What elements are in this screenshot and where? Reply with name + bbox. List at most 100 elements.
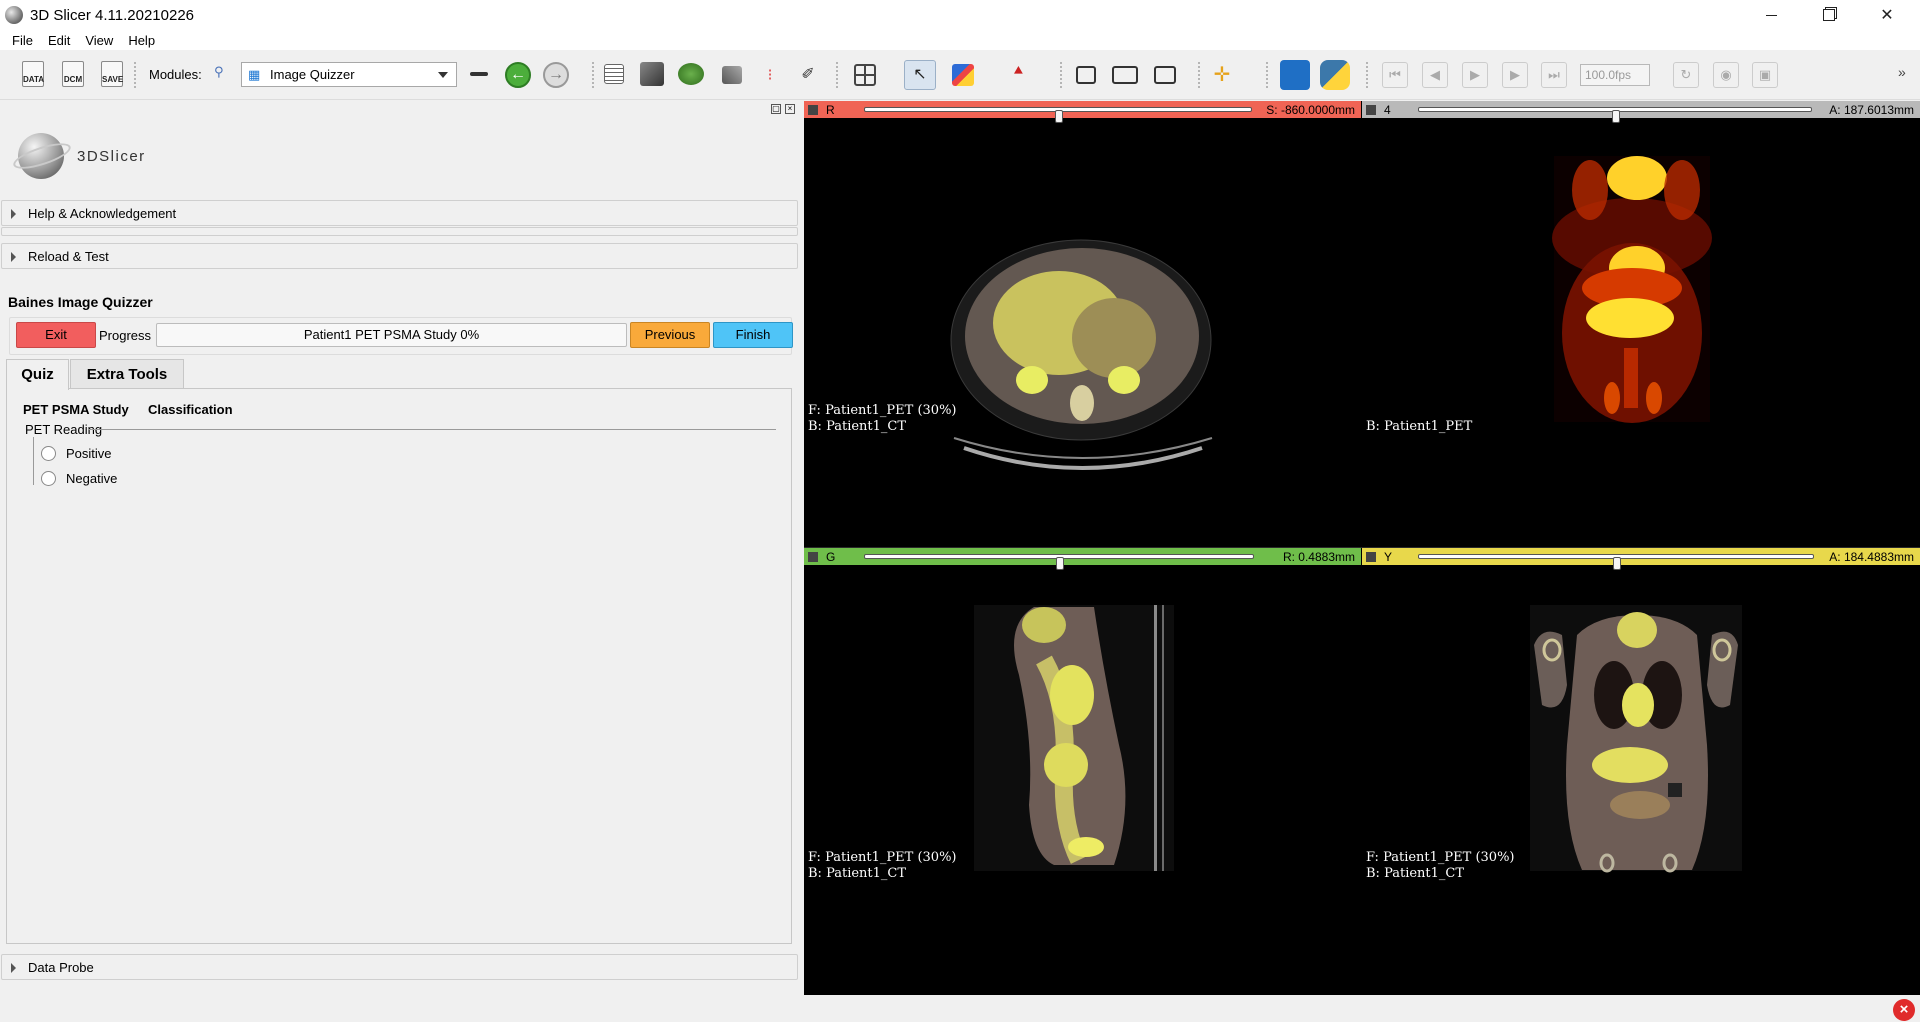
data-probe-label: Data Probe <box>28 959 94 975</box>
loop-icon[interactable]: ↻ <box>1673 62 1699 88</box>
view-letter: Y <box>1384 549 1393 564</box>
option-positive[interactable]: Positive <box>41 446 112 461</box>
progress-text: Patient1 PET PSMA Study 0% <box>303 327 480 342</box>
slice-offset-slider[interactable] <box>1418 554 1814 570</box>
previous-frame-icon[interactable]: ◀ <box>1422 62 1448 88</box>
pointer-mode-icon[interactable]: ↖ <box>904 60 936 90</box>
menu-view[interactable]: View <box>78 33 121 48</box>
view-annotation: F: Patient1_PET (30%) B: Patient1_CT <box>808 850 957 882</box>
capture-icon[interactable] <box>1154 66 1176 84</box>
close-window-button[interactable]: ✕ <box>1858 0 1916 30</box>
menu-help[interactable]: Help <box>121 33 163 48</box>
chevron-down-icon <box>438 72 448 78</box>
expand-arrow-icon <box>11 963 16 973</box>
menu-bar: File Edit View Help <box>0 30 1920 50</box>
mip-view-controller: 4 A: 187.6013mm <box>1362 101 1920 123</box>
slicer-wordmark: 3DSlicer <box>77 148 146 165</box>
pin-icon[interactable] <box>808 104 818 115</box>
option-label: Positive <box>66 446 112 461</box>
tab-extra-tools[interactable]: Extra Tools <box>70 359 184 389</box>
first-frame-icon[interactable]: ⏮ <box>1382 62 1408 88</box>
volumes-module-icon[interactable] <box>640 62 664 86</box>
slice-offset-slider[interactable] <box>864 554 1254 570</box>
toolbar-separator <box>134 62 136 88</box>
undock-panel-icon[interactable]: ▢ <box>771 104 781 114</box>
reload-section-label: Reload & Test <box>28 248 109 264</box>
toolbar-overflow-icon[interactable]: » <box>1898 64 1912 84</box>
menu-edit[interactable]: Edit <box>41 33 78 48</box>
slice-offset-value: R: 0.4883mm <box>1282 550 1355 564</box>
pin-icon[interactable] <box>808 551 818 562</box>
segment-editor-icon[interactable]: ✐ <box>798 64 818 84</box>
pin-icon[interactable] <box>1366 551 1376 562</box>
radio-button[interactable] <box>41 446 56 461</box>
extension-manager-icon[interactable] <box>1280 60 1310 90</box>
save-button[interactable]: SAVE <box>101 61 123 87</box>
minimize-button[interactable] <box>1742 0 1800 30</box>
tab-quiz[interactable]: Quiz <box>6 359 69 390</box>
data-module-icon[interactable] <box>604 64 624 84</box>
error-log-icon[interactable]: × <box>1893 999 1915 1021</box>
fiducial-placement-icon[interactable] <box>952 64 974 86</box>
toolbar-separator <box>836 62 838 88</box>
slice-offset-slider[interactable] <box>1418 107 1812 123</box>
slice-view-layout: R S: -860.0000mm F: Patient1_PET (30%) B… <box>804 101 1920 995</box>
load-dicom-button[interactable]: DCM <box>62 61 84 87</box>
option-label: Negative <box>66 471 118 486</box>
green-slice-view[interactable]: G R: 0.4883mm F: Patient1_PET (30%) B: P… <box>804 548 1361 995</box>
module-search-icon[interactable]: ⚲ <box>214 64 230 80</box>
yellow-slice-view[interactable]: Y A: 184.4883mm F: Patient1_PET (30%) B:… <box>1362 548 1920 995</box>
markups-module-icon[interactable]: ⁝ <box>760 65 780 85</box>
radio-button[interactable] <box>41 471 56 486</box>
toolbar-separator <box>592 62 594 88</box>
data-probe-section[interactable]: Data Probe <box>1 954 798 980</box>
next-frame-icon[interactable]: ▶ <box>1502 62 1528 88</box>
menu-file[interactable]: File <box>5 33 41 48</box>
layout-icon[interactable] <box>854 64 876 86</box>
load-data-button[interactable]: DATA <box>22 61 44 87</box>
view-letter: R <box>826 102 835 117</box>
finish-button[interactable]: Finish <box>713 322 793 348</box>
pet-mip-view[interactable]: 4 A: 187.6013mm B: Patient1_PET <box>1362 101 1920 547</box>
option-negative[interactable]: Negative <box>41 471 117 486</box>
pin-icon[interactable] <box>1366 104 1376 115</box>
toolbar-separator <box>1060 62 1062 88</box>
background-label: B: Patient1_CT <box>1366 866 1465 881</box>
slice-offset-slider[interactable] <box>864 107 1252 123</box>
quizzer-title: Baines Image Quizzer <box>8 294 153 310</box>
crosshair-pin-icon[interactable]: ⯅ <box>1012 63 1025 85</box>
red-slice-view[interactable]: R S: -860.0000mm F: Patient1_PET (30%) B… <box>804 101 1361 547</box>
play-icon[interactable]: ▶ <box>1462 62 1488 88</box>
snapshot-icon[interactable]: ▣ <box>1752 62 1778 88</box>
models-module-icon[interactable] <box>678 63 704 85</box>
forward-arrow-icon[interactable]: → <box>543 62 569 88</box>
foreground-label: F: Patient1_PET (30%) <box>808 403 957 418</box>
background-label: B: Patient1_CT <box>808 419 907 434</box>
previous-button[interactable]: Previous <box>630 322 710 348</box>
screenshot-icon[interactable] <box>1076 66 1096 84</box>
maximize-button[interactable] <box>1800 0 1858 30</box>
collapsed-section-divider <box>1 227 798 236</box>
help-acknowledgement-section[interactable]: Help & Acknowledgement <box>1 200 798 226</box>
fps-input[interactable]: 100.0fps <box>1580 64 1650 86</box>
close-panel-icon[interactable]: × <box>785 104 795 114</box>
group-divider <box>88 429 776 430</box>
expand-arrow-icon <box>11 209 16 219</box>
record-icon[interactable]: ◉ <box>1713 62 1739 88</box>
toolbar-separator <box>1266 62 1268 88</box>
toolbar-separator <box>1366 62 1368 88</box>
exit-button[interactable]: Exit <box>16 322 96 348</box>
group-border-left <box>33 437 34 485</box>
module-selector[interactable]: ▦ Image Quizzer <box>241 62 457 87</box>
scene-view-icon[interactable] <box>1112 66 1138 84</box>
reload-test-section[interactable]: Reload & Test <box>1 243 798 269</box>
python-console-icon[interactable] <box>1320 60 1350 90</box>
back-arrow-icon[interactable]: ← <box>505 62 531 88</box>
pet-mip-image <box>1552 156 1712 423</box>
last-frame-icon[interactable]: ⏭ <box>1541 62 1567 88</box>
module-history-icon[interactable] <box>470 72 488 76</box>
view-letter: 4 <box>1384 102 1391 117</box>
crosshair-icon[interactable]: ✛ <box>1211 64 1233 86</box>
red-slice-controller: R S: -860.0000mm <box>804 101 1361 123</box>
transforms-module-icon[interactable] <box>722 66 742 84</box>
